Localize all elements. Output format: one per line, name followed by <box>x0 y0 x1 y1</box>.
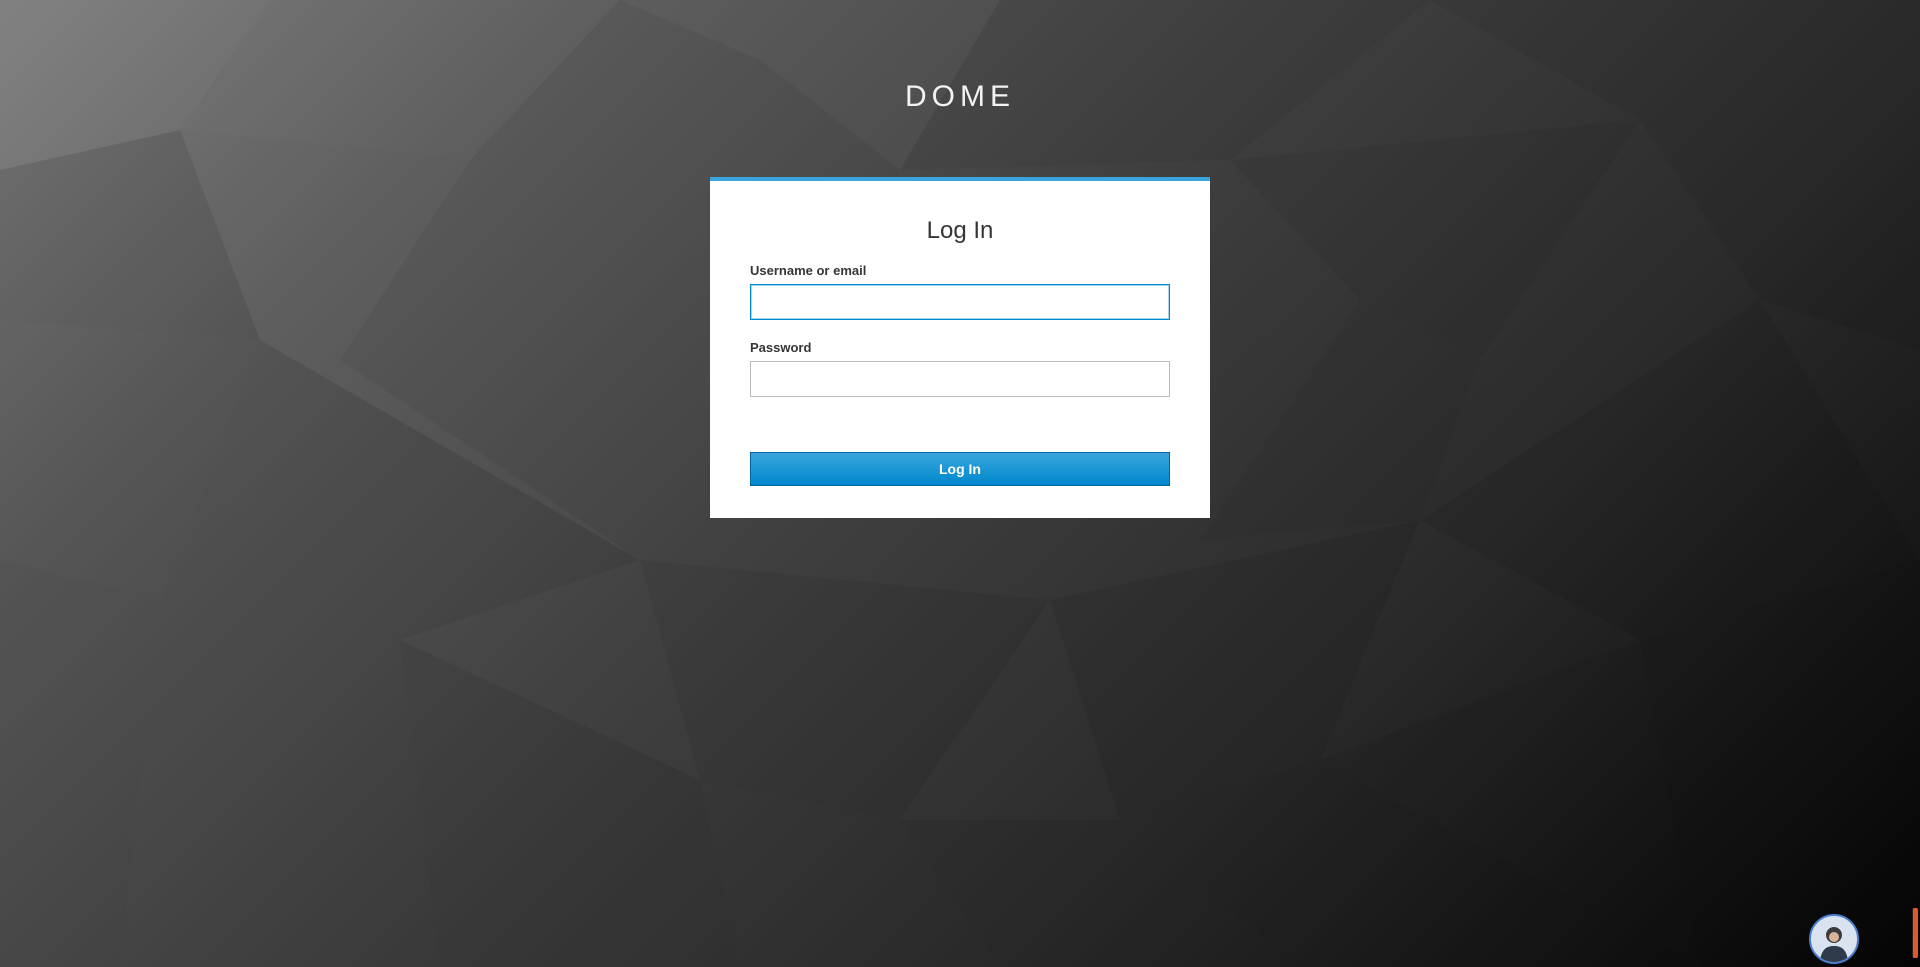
brand-title: DOME <box>905 80 1015 113</box>
user-avatar-icon[interactable] <box>1809 914 1859 964</box>
username-group: Username or email <box>750 263 1170 320</box>
password-group: Password <box>750 340 1170 397</box>
login-button[interactable]: Log In <box>750 452 1170 486</box>
login-card: Log In Username or email Password Log In <box>710 177 1210 518</box>
username-input[interactable] <box>750 284 1170 320</box>
password-input[interactable] <box>750 361 1170 397</box>
avatar-figure <box>1820 927 1848 962</box>
scroll-handle[interactable] <box>1912 908 1918 958</box>
username-label: Username or email <box>750 263 867 278</box>
login-title: Log In <box>926 217 994 244</box>
password-label: Password <box>750 340 812 355</box>
